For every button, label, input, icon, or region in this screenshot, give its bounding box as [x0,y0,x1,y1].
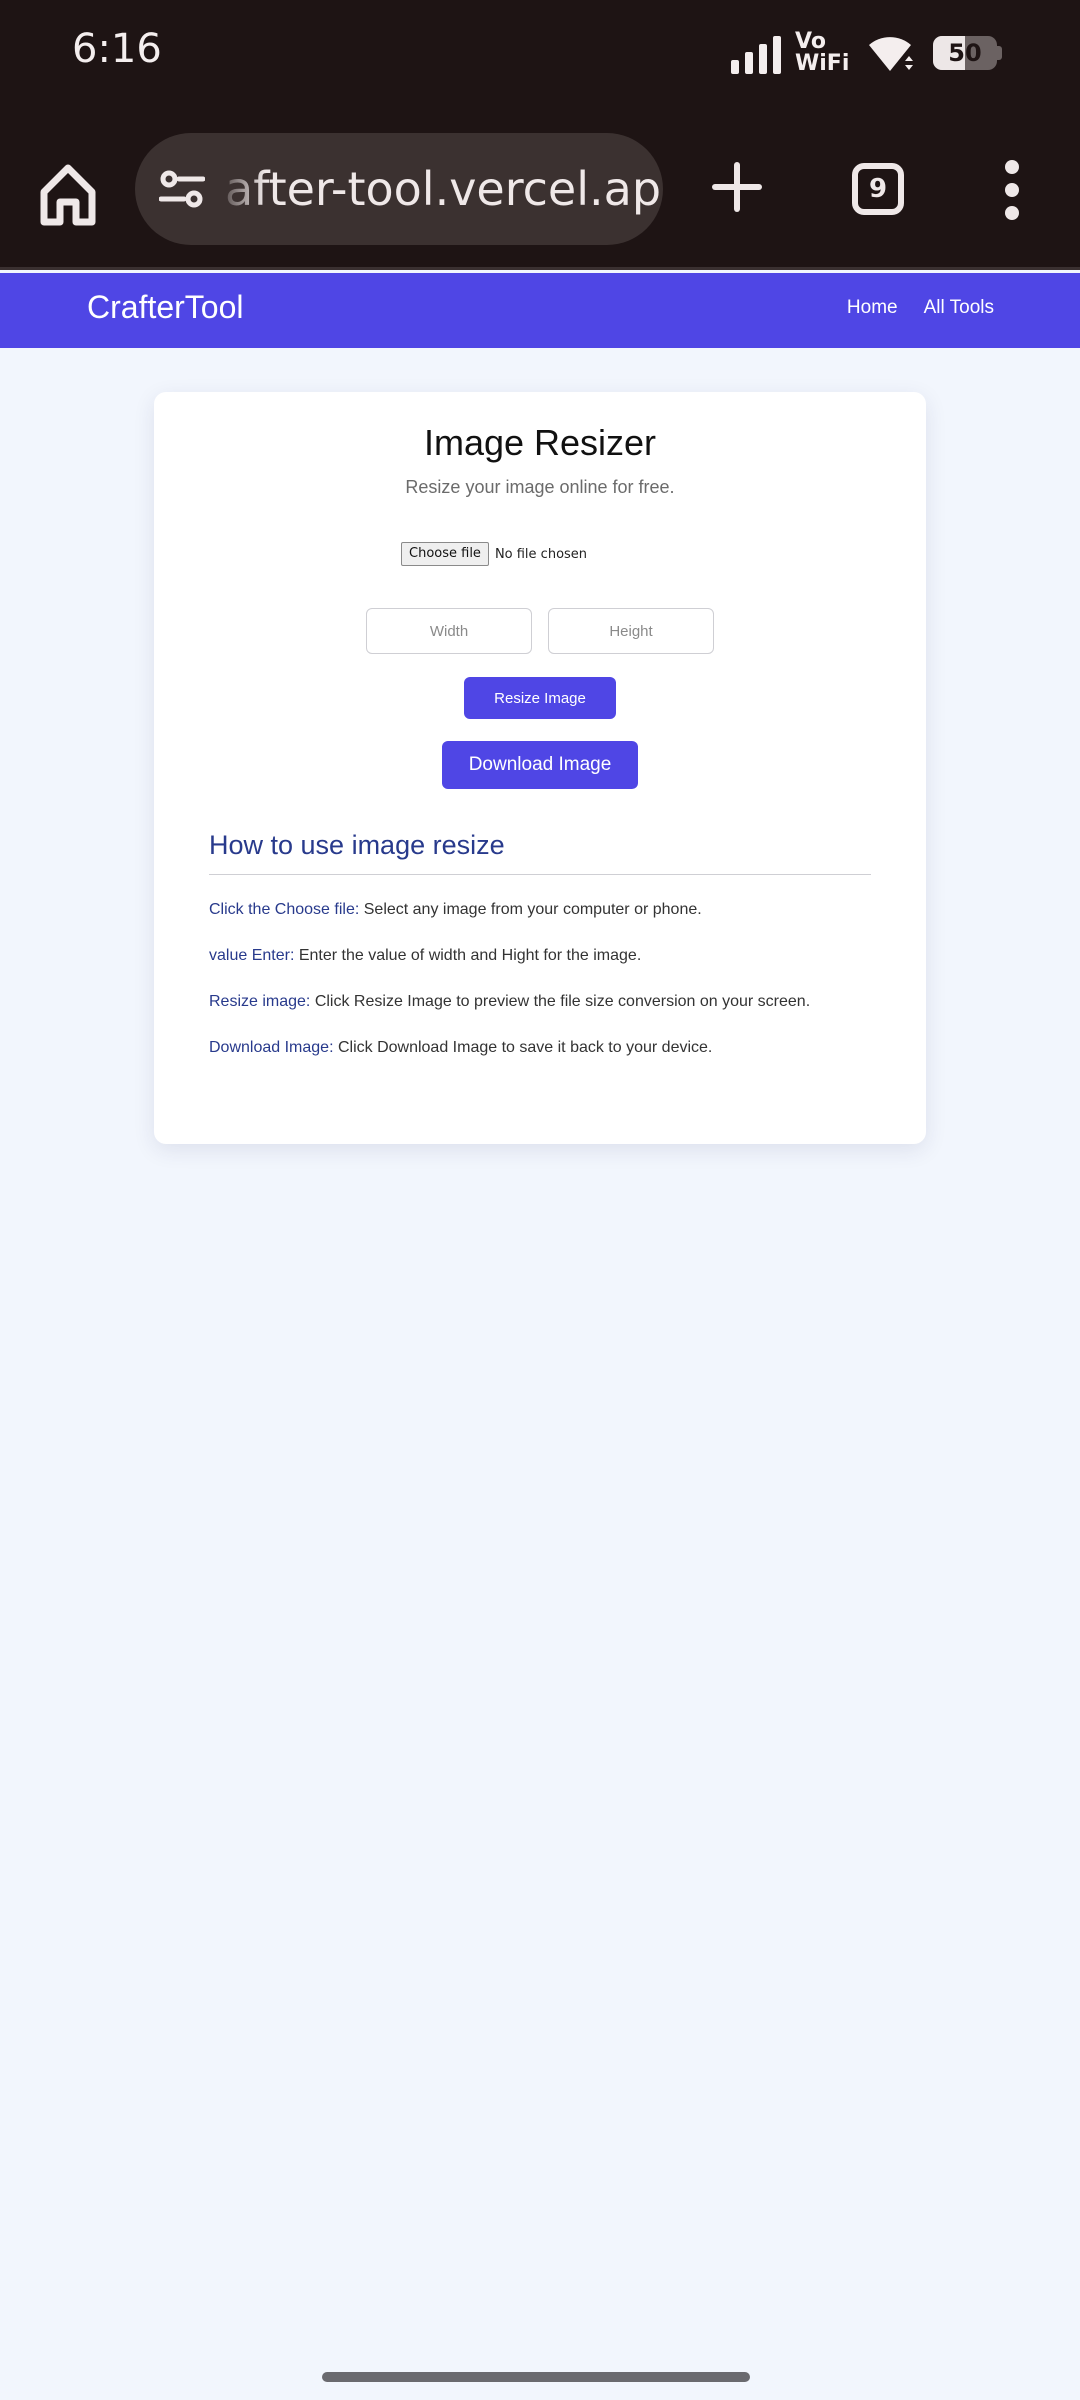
status-time: 6:16 [72,26,162,72]
image-resizer-card: Image Resizer Resize your image online f… [154,392,926,1144]
gesture-navigation-bar[interactable] [322,2372,750,2382]
page-subtitle: Resize your image online for free. [405,477,675,497]
resize-image-button[interactable]: Resize Image [464,677,616,719]
site-logo[interactable]: CrafterTool [87,273,244,342]
choose-file-button[interactable]: Choose file [401,542,489,566]
step-text: Click Resize Image to preview the file s… [310,993,811,1010]
battery-cap [997,46,1002,60]
file-status: No file chosen [494,546,588,562]
nav-link-home[interactable]: Home [847,297,898,319]
list-item: Download Image: Click Download Image to … [209,1038,871,1058]
battery-level: 50 [948,39,982,67]
plus-icon[interactable] [712,162,762,212]
vowifi-label-bottom: WiFi [795,51,850,76]
list-item: Resize image: Click Resize Image to prev… [209,992,871,1012]
status-icons: Vo WiFi 50 [731,28,1002,78]
url-fade [215,133,265,245]
height-input[interactable] [548,608,714,654]
width-input[interactable] [366,608,532,654]
howto-heading: How to use image resize [209,830,505,860]
battery-icon: 50 [933,36,997,70]
download-image-button[interactable]: Download Image [442,741,638,789]
site-navbar: CrafterTool Home All Tools [0,273,1080,348]
overflow-menu-icon[interactable] [998,160,1026,220]
step-text: Click Download Image to save it back to … [333,1039,713,1056]
divider [209,874,871,875]
browser-toolbar: after-tool.vercel.app 9 [0,130,1080,270]
file-input: Choose file No file chosen [401,542,587,566]
status-bar: 6:16 Vo WiFi 50 [0,0,1080,130]
list-item: Click the Choose file: Select any image … [209,900,871,920]
url-text[interactable]: after-tool.vercel.app [225,133,663,245]
vowifi-label-top: Vo [795,29,826,54]
step-text: Enter the value of width and Hight for t… [294,947,642,964]
step-key: Resize image: [209,993,311,1010]
tab-switcher-icon[interactable]: 9 [852,163,904,215]
step-key: Download Image: [209,1039,334,1056]
list-item: value Enter: Enter the value of width an… [209,946,871,966]
vowifi-icon: Vo WiFi [795,31,851,75]
nav-links: Home All Tools [847,273,994,342]
step-key: value Enter: [209,947,295,964]
address-bar[interactable]: after-tool.vercel.app [135,133,663,245]
signal-icon [731,32,781,74]
nav-link-all-tools[interactable]: All Tools [924,297,994,319]
step-key: Click the Choose file: [209,901,360,918]
home-icon[interactable] [38,160,98,230]
wifi-icon [869,37,913,71]
site-settings-icon[interactable] [159,169,205,209]
howto-steps: Click the Choose file: Select any image … [209,900,871,1084]
page-title: Image Resizer [423,422,657,463]
step-text: Select any image from your computer or p… [359,901,702,918]
